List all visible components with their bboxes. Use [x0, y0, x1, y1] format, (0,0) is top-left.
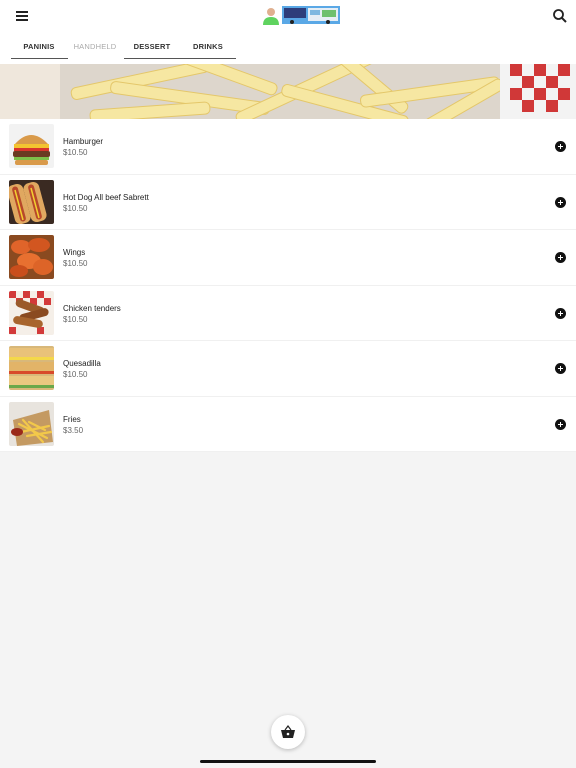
- wings-photo: [9, 235, 54, 279]
- menu-item-wings[interactable]: Wings $10.50: [0, 230, 576, 286]
- item-price: $10.50: [63, 314, 88, 324]
- menu-item-quesadilla[interactable]: Quesadilla $10.50: [0, 341, 576, 397]
- menu-item-chicken-tenders[interactable]: Chicken tenders $10.50: [0, 286, 576, 341]
- item-name: Chicken tenders: [63, 303, 121, 313]
- add-item-icon[interactable]: [555, 307, 566, 319]
- menu-item-hot-dog[interactable]: Hot Dog All beef Sabrett $10.50: [0, 175, 576, 230]
- item-name: Wings: [63, 248, 86, 257]
- menu-item-list: Hamburger $10.50 Hot Dog All beef Sabret…: [0, 119, 576, 452]
- tab-paninis[interactable]: PANINIS: [11, 34, 67, 59]
- menu-icon-bar: [16, 15, 28, 17]
- tab-drinks[interactable]: DRINKS: [180, 34, 236, 59]
- tab-handheld[interactable]: HANDHELD: [67, 34, 123, 59]
- add-item-icon[interactable]: [555, 252, 566, 263]
- item-price: $10.50: [63, 259, 88, 268]
- item-price: $10.50: [63, 370, 88, 379]
- quesadilla-photo: [9, 346, 54, 390]
- app-header: [0, 0, 576, 34]
- hot-dog-photo: [9, 179, 54, 224]
- tab-dessert[interactable]: DESSERT: [124, 34, 180, 59]
- home-indicator: [200, 760, 376, 763]
- add-item-icon[interactable]: [555, 196, 566, 208]
- menu-icon-bar: [16, 19, 28, 21]
- item-name: Hamburger: [63, 137, 104, 146]
- category-tabs: PANINIS HANDHELD DESSERT DRINKS: [0, 34, 576, 64]
- item-price: $3.50: [63, 425, 84, 435]
- fries-photo: [9, 401, 54, 446]
- chicken-tenders-photo: [9, 290, 54, 335]
- menu-button[interactable]: [14, 9, 30, 23]
- restaurant-logo: [263, 6, 340, 25]
- item-name: Fries: [63, 414, 81, 424]
- tab-underline: [11, 58, 68, 59]
- add-item-icon[interactable]: [555, 363, 566, 374]
- item-price: $10.50: [63, 203, 88, 213]
- shopping-basket-icon: [281, 725, 295, 738]
- add-item-icon[interactable]: [555, 141, 566, 152]
- menu-item-hamburger[interactable]: Hamburger $10.50: [0, 119, 576, 175]
- item-name: Hot Dog All beef Sabrett: [63, 192, 149, 202]
- search-icon[interactable]: [552, 8, 568, 24]
- item-name: Quesadilla: [63, 359, 101, 368]
- menu-icon-bar: [16, 11, 28, 13]
- tab-underline: [124, 58, 236, 59]
- item-price: $10.50: [63, 148, 88, 157]
- cart-button[interactable]: [271, 715, 305, 749]
- menu-item-fries[interactable]: Fries $3.50: [0, 397, 576, 452]
- category-banner-image: [0, 64, 576, 119]
- hamburger-photo: [9, 124, 54, 168]
- add-item-icon[interactable]: [555, 418, 566, 430]
